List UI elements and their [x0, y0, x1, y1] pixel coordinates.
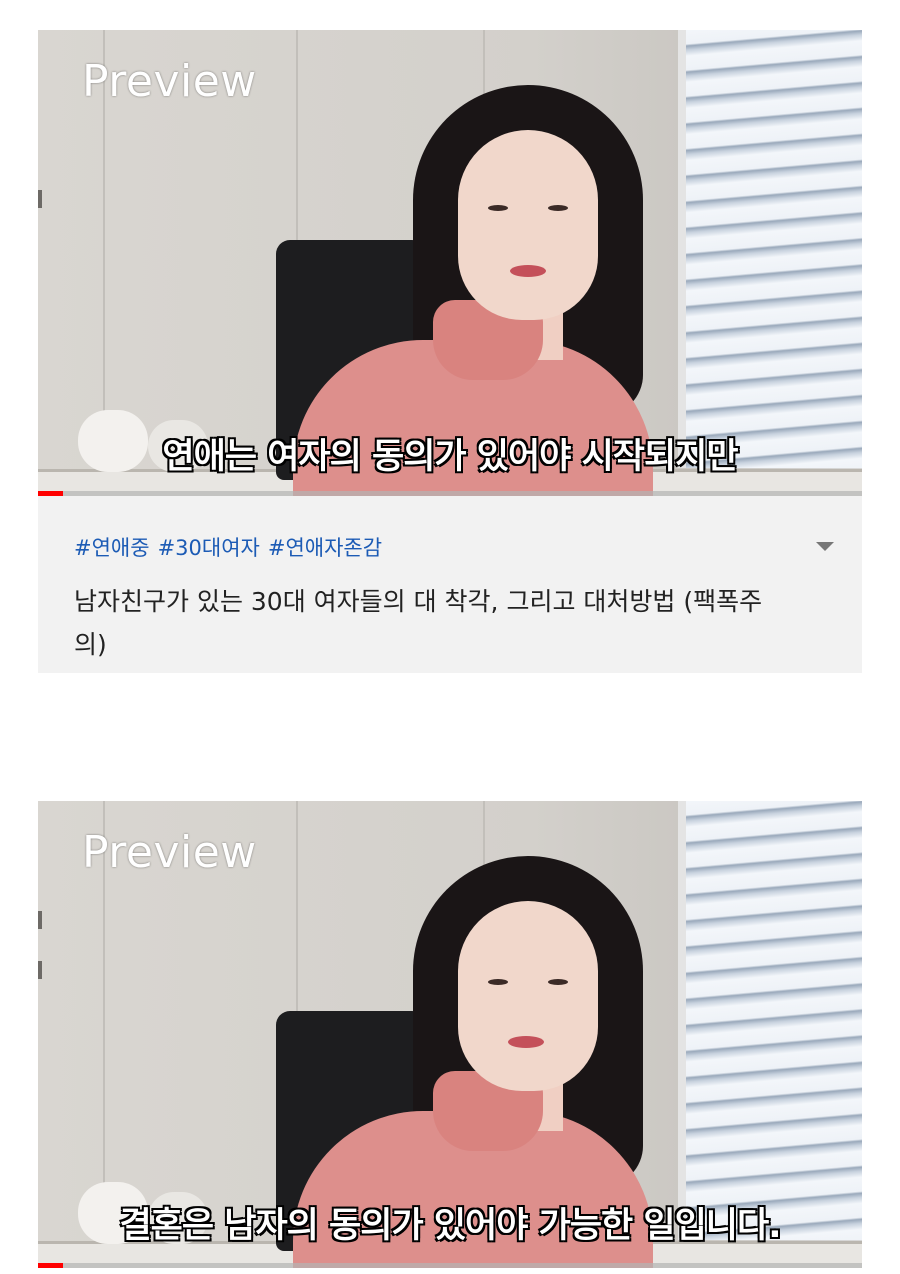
caption-subtitle: 결혼은 남자의 동의가 있어야 가능한 일입니다.: [118, 1205, 782, 1247]
hashtag-link[interactable]: #연애자존감: [268, 536, 382, 560]
preview-label: Preview: [82, 827, 257, 878]
progress-bar[interactable]: [38, 1263, 862, 1268]
expand-description-icon[interactable]: [816, 542, 834, 551]
preview-label: Preview: [82, 56, 257, 107]
video-player-1[interactable]: Preview 연애는 여자의 동의가 있어야 시작되지만: [38, 30, 862, 496]
video-player-2[interactable]: Preview 결혼은 남자의 동의가 있어야 가능한 일입니다.: [38, 801, 862, 1268]
progress-fill: [38, 1263, 63, 1268]
video-info-panel: #연애중 #30대여자 #연애자존감 남자친구가 있는 30대 여자들의 대 착각,…: [38, 496, 862, 673]
video-title[interactable]: 남자친구가 있는 30대 여자들의 대 착각, 그리고 대처방법 (팩폭주의): [74, 580, 794, 666]
hashtag-link[interactable]: #30대여자: [158, 536, 260, 560]
caption-subtitle: 연애는 여자의 동의가 있어야 시작되지만: [161, 436, 739, 478]
hashtag-list: #연애중 #30대여자 #연애자존감: [74, 532, 390, 562]
hashtag-link[interactable]: #연애중: [74, 536, 150, 560]
